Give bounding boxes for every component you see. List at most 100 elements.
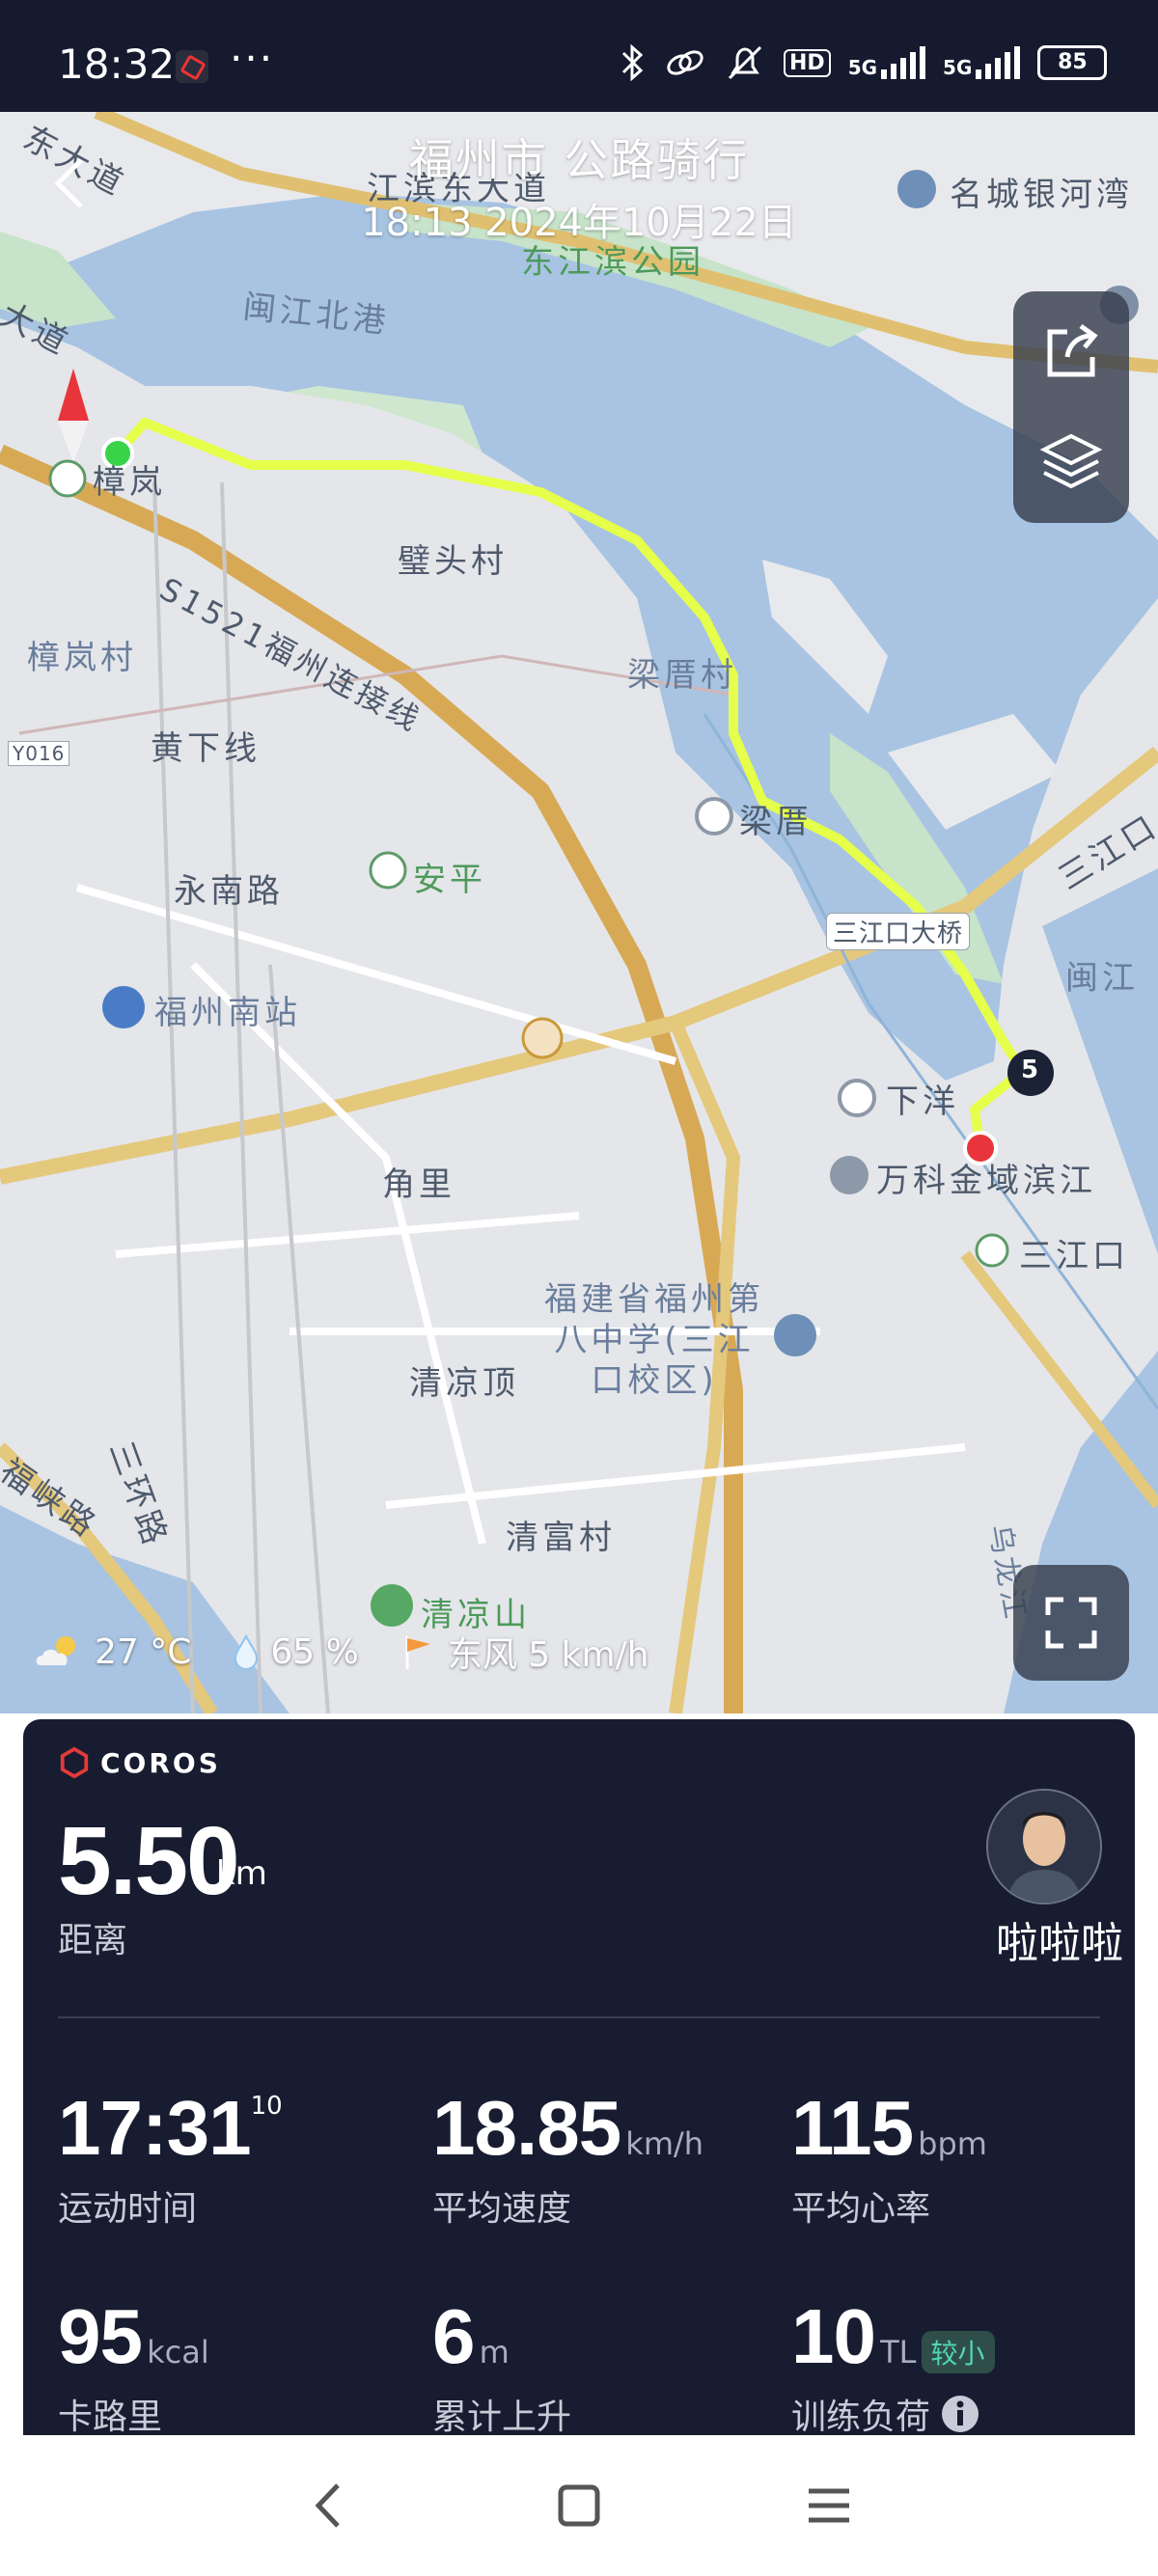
training-load-badge: 较小 [921, 2331, 995, 2373]
brand: COROS [58, 1746, 221, 1779]
wind-flag-icon [405, 1636, 430, 1669]
user-avatar-icon [988, 1791, 1100, 1903]
temperature: 27 °C [95, 1631, 192, 1672]
more-notifications-icon: ··· [230, 35, 275, 82]
distance-label: 距离 [58, 1921, 128, 1960]
stat-calories: 95 kcal [58, 2292, 209, 2381]
cloudy-sun-icon [36, 1636, 75, 1665]
map-layers-button[interactable] [1038, 428, 1104, 494]
wind: 东风 5 km/h [447, 1635, 649, 1675]
map-label: 角里 [382, 1165, 455, 1204]
back-icon [315, 2483, 340, 2528]
network-type-label: 5G [943, 56, 973, 79]
status-icons: HD 5G 5G 85 [618, 42, 1108, 83]
map-label: 福建省福州第八中学(三江口校区) [544, 1280, 764, 1400]
stat-value: 17:31 [58, 2085, 252, 2171]
stat-unit: TL [880, 2334, 917, 2370]
signal-icon [976, 46, 1021, 79]
nav-back-button[interactable] [295, 2472, 363, 2539]
stat-label: 累计上升 [432, 2398, 572, 2437]
bell-off-icon [728, 45, 762, 80]
activity-summary-panel: COROS 5.50 km 距离 啦啦啦 17:3110 运动时间 18.85 … [23, 1719, 1135, 2472]
map-label: 永南路 [174, 872, 284, 911]
map-label: 璧头村 [398, 542, 508, 581]
stat-elevation-gain: 6 m [432, 2292, 510, 2381]
route-map[interactable]: 东大道 江滨东大道 名城银河湾 东江滨公园 闽江北港 大道 樟岚 璧头村 S15… [0, 112, 1158, 1713]
share-button[interactable] [1038, 318, 1104, 384]
map-label: 闽江 [1065, 959, 1139, 998]
bridge-label: 三江口大桥 [826, 913, 971, 950]
stat-unit: bpm [918, 2125, 987, 2162]
status-time: 18:32 [58, 41, 176, 88]
status-bar: 18:32 ··· HD 5G 5G 85 [0, 0, 1158, 112]
fullscreen-button[interactable] [1013, 1565, 1129, 1681]
fullscreen-icon [1045, 1597, 1097, 1649]
gas-station-icon [521, 1017, 564, 1059]
map-label: 梁厝村 [627, 656, 737, 695]
stat-label-row: 训练负荷 [791, 2389, 980, 2439]
battery-icon: 85 [1037, 45, 1108, 80]
link-icon [667, 50, 703, 75]
distance-unit: km [216, 1854, 267, 1893]
bluetooth-icon [621, 43, 644, 82]
signal-5g-1: 5G [848, 46, 926, 79]
stat-value: 115 [791, 2085, 914, 2171]
area-poi-icon [48, 459, 87, 498]
stat-label: 卡路里 [58, 2398, 163, 2437]
stat-label: 平均心率 [791, 2189, 931, 2229]
distance-value: 5.50 [58, 1807, 240, 1915]
mountain-poi-icon [371, 1584, 413, 1627]
stat-unit: m [479, 2334, 510, 2370]
nav-home-button[interactable] [545, 2472, 613, 2539]
map-label: 福州南站 [154, 994, 301, 1032]
hd-icon: HD [784, 48, 831, 77]
stat-value: 95 [58, 2293, 143, 2379]
map-label: 下洋 [886, 1082, 959, 1121]
stat-label: 运动时间 [58, 2189, 198, 2229]
signal-5g-2: 5G [943, 46, 1021, 79]
activity-header: 福州市 公路骑行 18:13 2024年10月22日 [0, 125, 1158, 247]
home-square-icon [558, 2484, 600, 2527]
system-nav-bar [0, 2435, 1158, 2576]
map-label: 黄下线 [151, 729, 261, 768]
stat-label: 训练负荷 [791, 2398, 931, 2437]
nav-menu-button[interactable] [795, 2472, 863, 2539]
stat-value-seconds: 10 [250, 2092, 283, 2121]
coros-logo-icon [60, 1746, 89, 1779]
train-station-icon [102, 986, 145, 1028]
coros-app-icon [176, 50, 208, 83]
info-icon[interactable] [940, 2394, 980, 2434]
village-poi-icon [838, 1079, 876, 1117]
weather-bar: 27 °C 65 % 东风 5 km/h [33, 1631, 649, 1675]
avatar[interactable] [986, 1789, 1102, 1905]
road-number-label: Y016 [8, 741, 70, 766]
map-canvas [0, 112, 1158, 1713]
residential-poi-icon [830, 1156, 868, 1194]
map-label: 清富村 [506, 1519, 616, 1557]
map-label: 樟岚 [93, 463, 166, 502]
stat-unit: kcal [147, 2334, 209, 2370]
map-label: 清凉顶 [409, 1364, 519, 1403]
map-label: 樟岚村 [27, 639, 137, 677]
signal-icon [881, 46, 926, 79]
humidity-icon [234, 1633, 259, 1671]
stat-value: 6 [432, 2293, 475, 2379]
stat-avg-heart-rate: 115 bpm [791, 2084, 987, 2173]
stat-duration: 17:3110 [58, 2084, 283, 2173]
stat-label: 平均速度 [432, 2189, 572, 2229]
stat-unit: km/h [625, 2125, 704, 2162]
map-label: 安平 [413, 861, 486, 899]
stat-value: 10 [791, 2293, 876, 2379]
map-label: 万科金域滨江 [876, 1162, 1096, 1200]
km-marker-label: 5 [1021, 1055, 1043, 1084]
username: 啦啦啦 [996, 1919, 1123, 1968]
humidity: 65 % [270, 1631, 359, 1672]
share-icon [1047, 323, 1098, 377]
activity-datetime: 18:13 2024年10月22日 [361, 201, 797, 245]
map-label: 梁厝 [739, 803, 813, 841]
map-label: 三江口 [1019, 1237, 1129, 1275]
stat-training-load: 10 TL 较小 [791, 2292, 995, 2381]
area-poi-icon [369, 851, 407, 890]
school-poi-icon [774, 1314, 816, 1357]
menu-icon [809, 2488, 849, 2523]
